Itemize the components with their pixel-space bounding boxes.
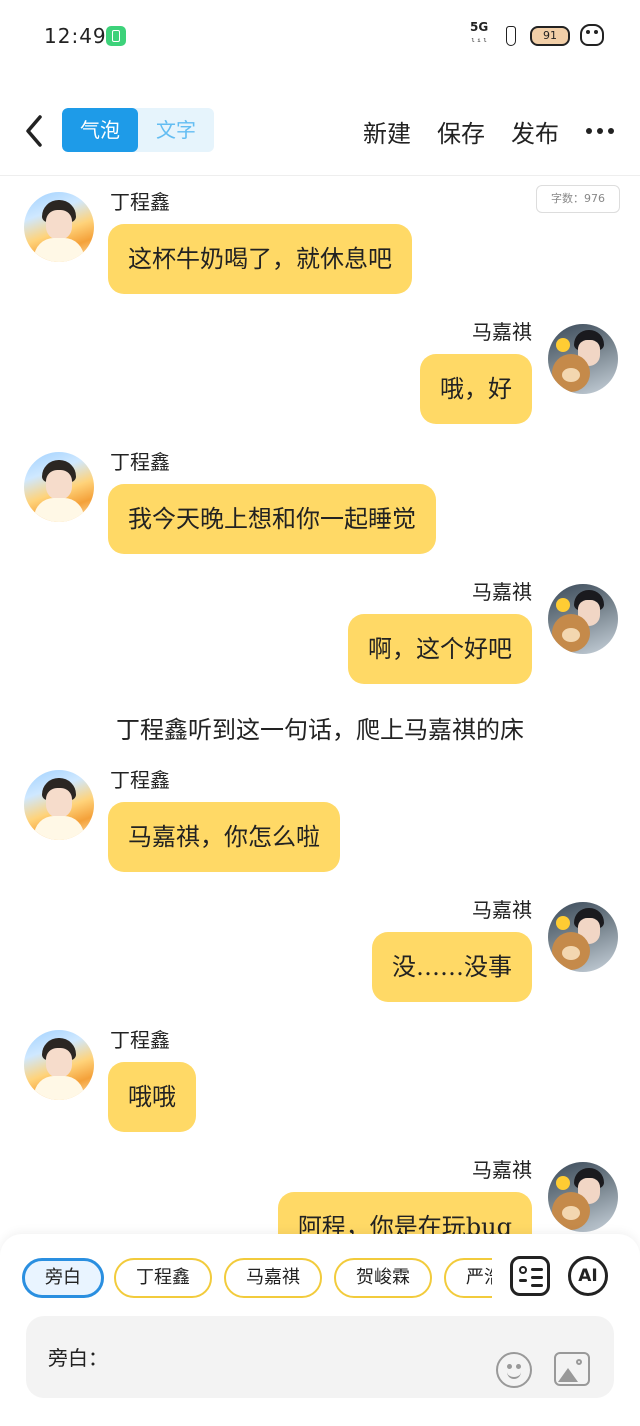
message-input[interactable]: 旁白： <box>26 1316 614 1398</box>
role-chip[interactable]: 贺峻霖 <box>334 1258 432 1298</box>
narration-text[interactable]: 丁程鑫听到这一句话，爬上马嘉祺的床 <box>0 710 640 745</box>
app-notification-icon <box>106 26 126 46</box>
avatar-ma[interactable] <box>548 902 618 972</box>
message-bubble[interactable]: 马嘉祺，你怎么啦 <box>108 802 340 872</box>
tab-bubble[interactable]: 气泡 <box>62 108 138 152</box>
battery-indicator: 91 <box>530 26 570 46</box>
avatar-ding[interactable] <box>24 1030 94 1100</box>
sender-name: 马嘉祺 <box>472 320 532 344</box>
avatar-ding[interactable] <box>24 770 94 840</box>
message-bubble[interactable]: 阿程，你是在玩bug <box>277 1192 532 1236</box>
tab-text[interactable]: 文字 <box>138 108 214 152</box>
message-bubble[interactable]: 没……没事 <box>372 932 532 1002</box>
signal-icon: ₗᵢₗ <box>470 34 489 45</box>
sender-name: 丁程鑫 <box>110 450 170 474</box>
role-manage-icon[interactable] <box>510 1256 550 1296</box>
status-bar: 12:49 5G ₗᵢₗ 91 <box>0 0 640 72</box>
role-chip[interactable]: 马嘉祺 <box>224 1258 322 1298</box>
message-bubble[interactable]: 啊，这个好吧 <box>348 614 532 684</box>
image-icon[interactable] <box>554 1352 590 1386</box>
avatar-ma[interactable] <box>548 584 618 654</box>
message-bubble[interactable]: 我今天晚上想和你一起睡觉 <box>108 484 436 554</box>
mode-toggle: 气泡 文字 <box>62 108 214 152</box>
new-button[interactable]: 新建 <box>363 114 411 149</box>
role-chip[interactable]: 严浩翔 <box>444 1258 492 1298</box>
sender-name: 马嘉祺 <box>472 1158 532 1182</box>
chat-area[interactable]: 丁程鑫 这杯牛奶喝了，就休息吧 马嘉祺 哦，好 丁程鑫 我今天晚上想和你一起睡觉… <box>0 176 640 1236</box>
publish-button[interactable]: 发布 <box>511 114 559 149</box>
message-bubble[interactable]: 这杯牛奶喝了，就休息吧 <box>108 224 412 294</box>
sender-name: 丁程鑫 <box>110 1028 170 1052</box>
role-chip[interactable]: 丁程鑫 <box>114 1258 212 1298</box>
sender-name: 马嘉祺 <box>472 898 532 922</box>
top-toolbar: 气泡 文字 新建 保存 发布 <box>0 100 640 162</box>
word-count-badge: 字数：976 <box>536 185 620 213</box>
avatar-ma[interactable] <box>548 1162 618 1232</box>
frog-icon <box>580 24 604 46</box>
ai-assistant-icon[interactable]: AI <box>568 1256 608 1296</box>
back-arrow-icon[interactable] <box>20 114 50 148</box>
avatar-ma[interactable] <box>548 324 618 394</box>
save-button[interactable]: 保存 <box>437 114 485 149</box>
message-bubble[interactable]: 哦哦 <box>108 1062 196 1132</box>
carrot-icon <box>506 26 516 46</box>
role-selector: 旁白 丁程鑫 马嘉祺 贺峻霖 严浩翔 <box>22 1258 492 1298</box>
message-bubble[interactable]: 哦，好 <box>420 354 532 424</box>
sender-name: 丁程鑫 <box>110 190 170 214</box>
network-indicator: 5G <box>470 20 489 34</box>
composer-panel: 旁白 丁程鑫 马嘉祺 贺峻霖 严浩翔 AI 旁白： <box>0 1234 640 1426</box>
avatar-ding[interactable] <box>24 452 94 522</box>
role-chip-narrator[interactable]: 旁白 <box>22 1258 104 1298</box>
input-role-label: 旁白： <box>48 1346 108 1370</box>
sender-name: 丁程鑫 <box>110 768 170 792</box>
status-time: 12:49 <box>44 24 107 48</box>
emoji-icon[interactable] <box>496 1352 532 1388</box>
sender-name: 马嘉祺 <box>472 580 532 604</box>
avatar-ding[interactable] <box>24 192 94 262</box>
more-options-icon[interactable] <box>586 128 614 134</box>
